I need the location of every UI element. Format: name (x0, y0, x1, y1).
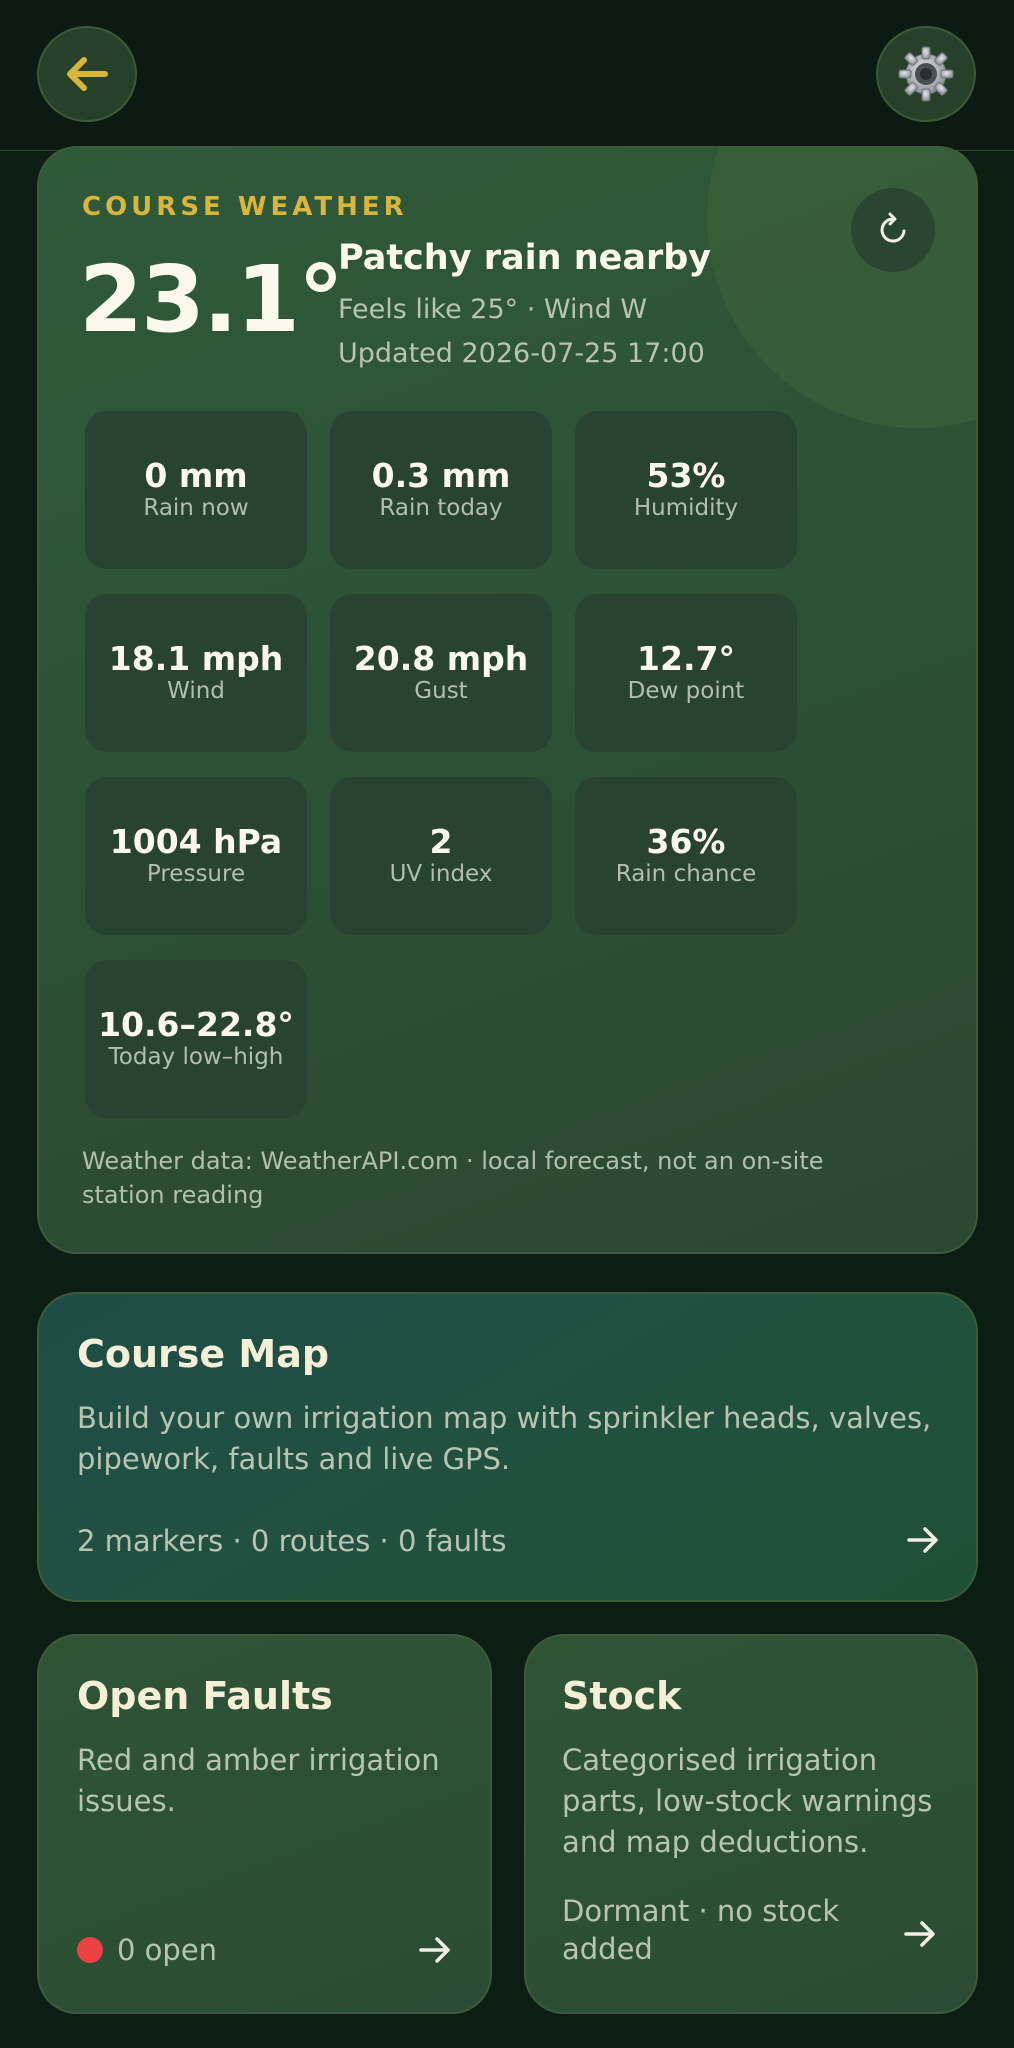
tile-value: 12.7° (637, 639, 735, 679)
weather-tile-dew-point: 12.7° Dew point (575, 594, 797, 752)
open-faults-count: 0 open (117, 1933, 218, 1967)
tile-label: Rain now (143, 495, 249, 522)
tile-value: 20.8 mph (353, 639, 529, 679)
current-temperature: 23.1° (79, 246, 344, 353)
tile-value: 36% (646, 822, 726, 862)
stock-card[interactable]: Stock Categorised irrigation parts, low-… (524, 1634, 978, 2014)
card-title: Course Map (77, 1332, 330, 1376)
weather-source-note: Weather data: WeatherAPI.com · local for… (82, 1147, 824, 1209)
arrow-left-icon (67, 57, 108, 91)
section-eyebrow: COURSE WEATHER (82, 192, 408, 222)
tile-label: Rain chance (615, 861, 757, 888)
weather-condition: Patchy rain nearby (338, 238, 712, 278)
card-description: Red and amber irrigation issues. (77, 1743, 440, 1818)
tile-value: 53% (646, 456, 726, 496)
weather-tile-uv-index: 2 UV index (330, 777, 552, 935)
course-weather-card: COURSE WEATHER 23.1° Patchy rain nearby … (37, 146, 978, 1254)
tile-label: UV index (389, 861, 493, 888)
card-title: Open Faults (77, 1674, 333, 1718)
refresh-icon (880, 212, 906, 243)
fault-status-dot (77, 1937, 103, 1963)
weather-tile-rain-now: 0 mm Rain now (85, 411, 307, 569)
tile-value: 18.1 mph (108, 639, 284, 679)
tile-label: Rain today (379, 495, 503, 522)
settings-button[interactable] (876, 26, 976, 122)
tile-value: 0.3 mm (371, 456, 511, 496)
card-description: Categorised irrigation parts, low-stock … (562, 1743, 933, 1859)
gear-icon (898, 46, 954, 102)
card-description: Build your own irrigation map with sprin… (77, 1401, 932, 1476)
tile-value: 1004 hPa (109, 822, 283, 862)
tile-label: Pressure (146, 861, 246, 888)
arrow-right-icon (907, 1527, 938, 1553)
back-button[interactable] (37, 26, 137, 122)
card-title: Stock (562, 1674, 682, 1718)
tile-value: 0 mm (144, 456, 248, 496)
weather-tile-humidity: 53% Humidity (575, 411, 797, 569)
arrow-right-icon (904, 1921, 935, 1947)
weather-tile-low-high: 10.6–22.8° Today low–high (85, 960, 307, 1118)
tile-label: Humidity (633, 495, 739, 522)
tile-value: 2 (429, 822, 453, 862)
weather-tile-rain-today: 0.3 mm Rain today (330, 411, 552, 569)
refresh-button[interactable] (851, 188, 935, 272)
weather-tile-pressure: 1004 hPa Pressure (85, 777, 307, 935)
tile-value: 10.6–22.8° (98, 1005, 294, 1045)
feels-like-text: Feels like 25° · Wind W (338, 294, 648, 325)
arrow-right-icon (419, 1937, 450, 1963)
tile-label: Today low–high (108, 1044, 284, 1071)
updated-timestamp: Updated 2026-07-25 17:00 (338, 338, 705, 369)
top-bar (0, 0, 1014, 151)
open-faults-card[interactable]: Open Faults Red and amber irrigation iss… (37, 1634, 492, 2014)
course-map-summary: 2 markers · 0 routes · 0 faults (77, 1524, 507, 1558)
stock-status: Dormant · no stock added (562, 1894, 840, 1966)
weather-tile-rain-chance: 36% Rain chance (575, 777, 797, 935)
course-map-card[interactable]: Course Map Build your own irrigation map… (37, 1292, 978, 1602)
tile-label: Gust (414, 678, 468, 705)
weather-tile-gust: 20.8 mph Gust (330, 594, 552, 752)
tile-label: Wind (167, 678, 225, 705)
tile-label: Dew point (627, 678, 745, 705)
weather-tile-wind: 18.1 mph Wind (85, 594, 307, 752)
decorative-circle (707, 148, 976, 428)
